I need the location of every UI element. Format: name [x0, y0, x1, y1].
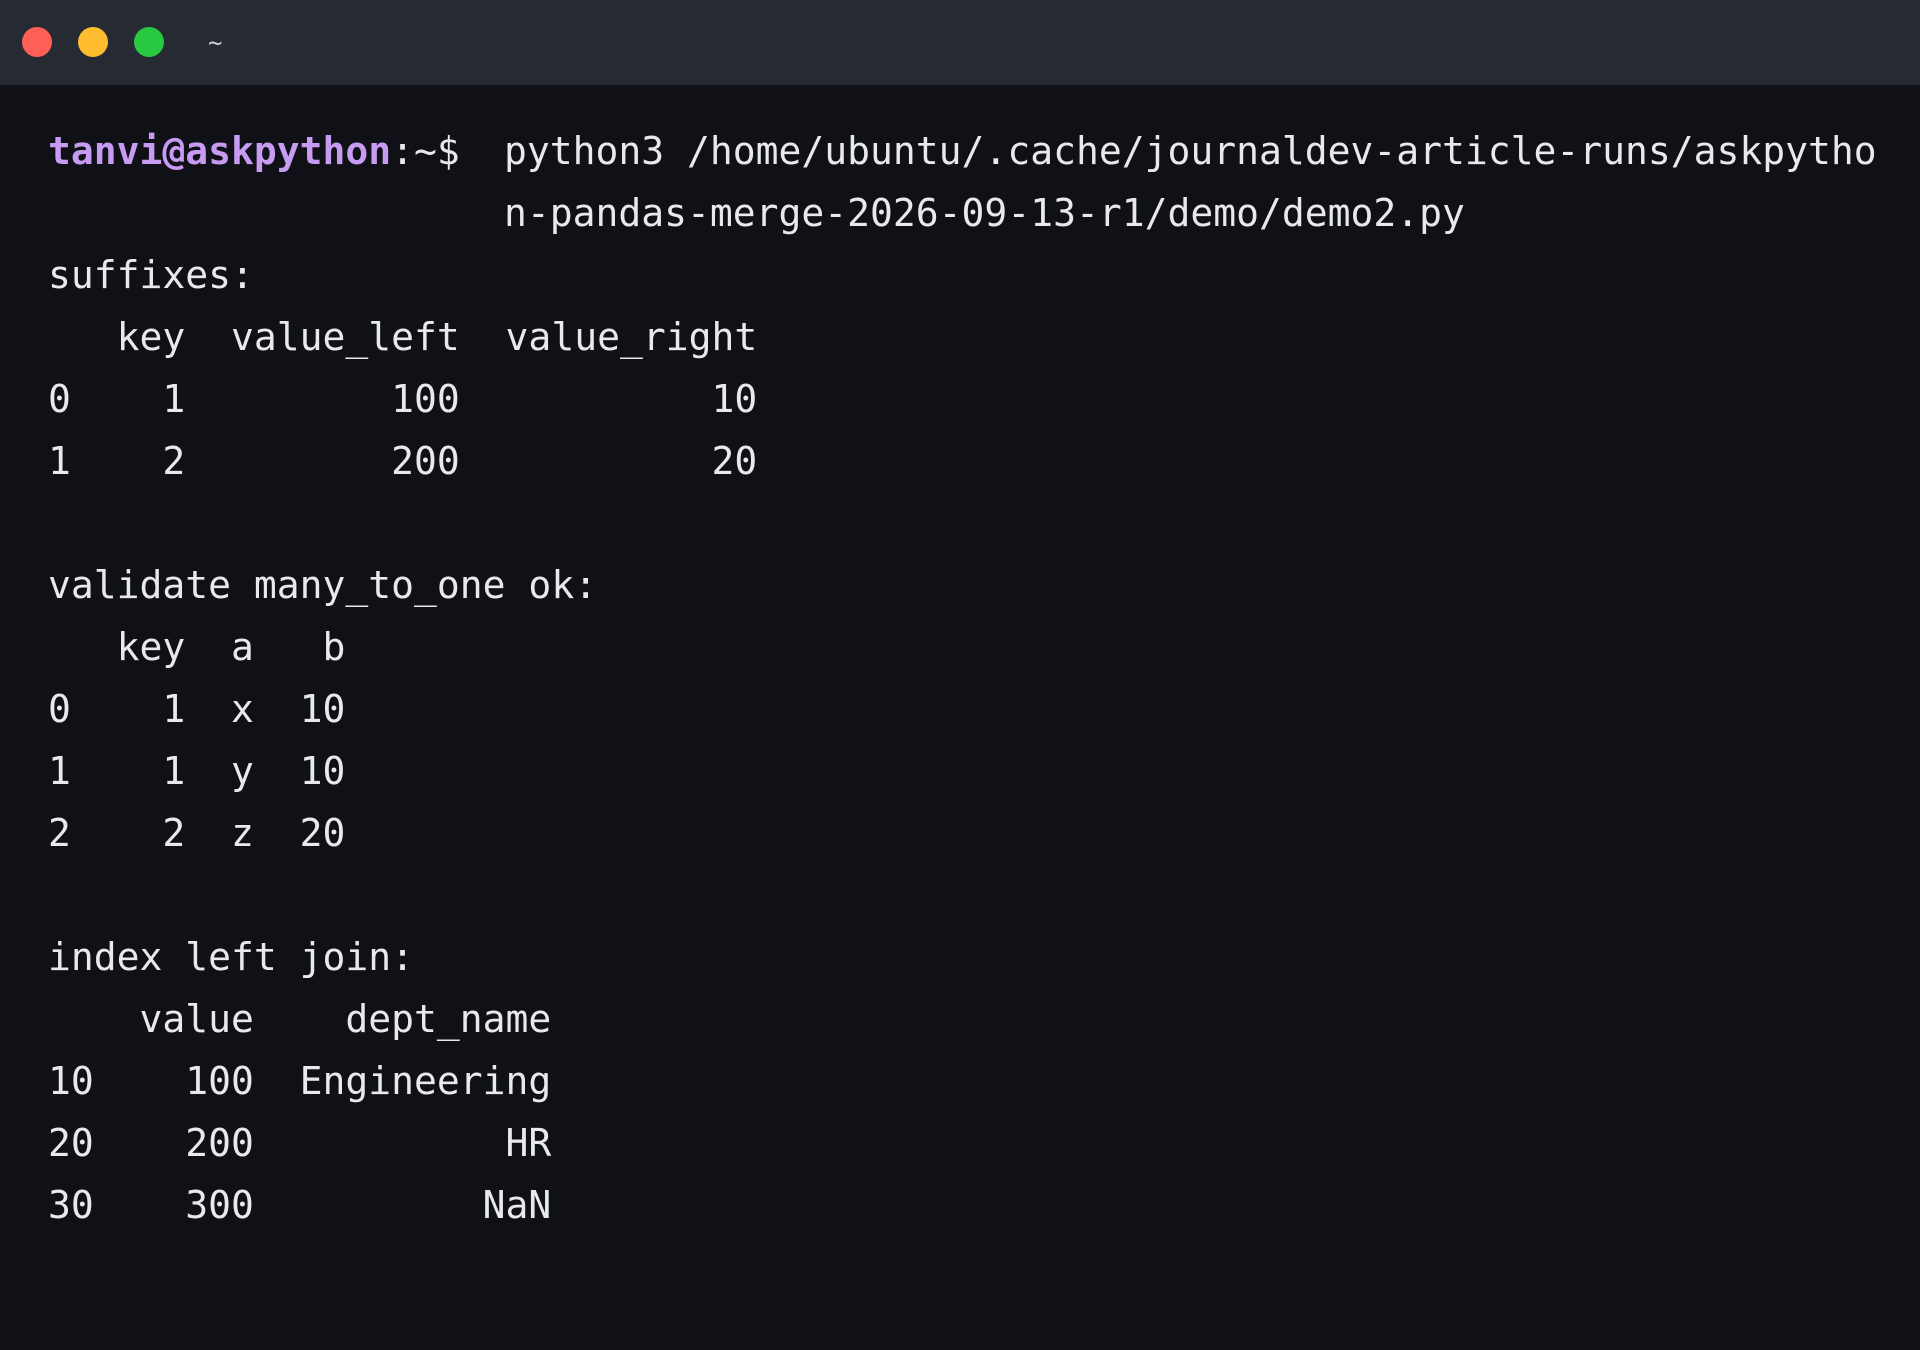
table-header-row: key a b	[48, 625, 346, 669]
window-title: ~	[208, 29, 223, 57]
table-row: 1 1 y 10	[48, 749, 346, 793]
table-header-row: value dept_name	[48, 997, 552, 1041]
table-row: 2 2 z 20	[48, 811, 346, 855]
table-row: 30 300 NaN	[48, 1183, 552, 1227]
minimize-window-button[interactable]	[78, 27, 108, 57]
command-line: tanvi@askpython:~$ python3 /home/ubuntu/…	[48, 120, 1888, 244]
section-header: suffixes:	[48, 253, 254, 297]
table-row: 20 200 HR	[48, 1121, 552, 1165]
table-row: 10 100 Engineering	[48, 1059, 552, 1103]
table-row: 0 1 100 10	[48, 377, 758, 421]
section-header: index left join:	[48, 935, 415, 979]
section-header: validate many_to_one ok:	[48, 563, 598, 607]
close-window-button[interactable]	[22, 27, 52, 57]
maximize-window-button[interactable]	[134, 27, 164, 57]
terminal-window: ~ tanvi@askpython:~$ python3 /home/ubunt…	[0, 0, 1920, 1350]
prompt: tanvi@askpython:~$	[48, 120, 504, 182]
terminal-output[interactable]: tanvi@askpython:~$ python3 /home/ubuntu/…	[48, 120, 1888, 1300]
table-header-row: key value_left value_right	[48, 315, 758, 359]
prompt-path: :~$	[391, 129, 483, 173]
prompt-user: tanvi@askpython	[48, 129, 392, 173]
table-row: 0 1 x 10	[48, 687, 346, 731]
title-bar[interactable]: ~	[0, 0, 1920, 85]
table-row: 1 2 200 20	[48, 439, 758, 483]
command-text: python3 /home/ubuntu/.cache/journaldev-a…	[504, 129, 1877, 235]
